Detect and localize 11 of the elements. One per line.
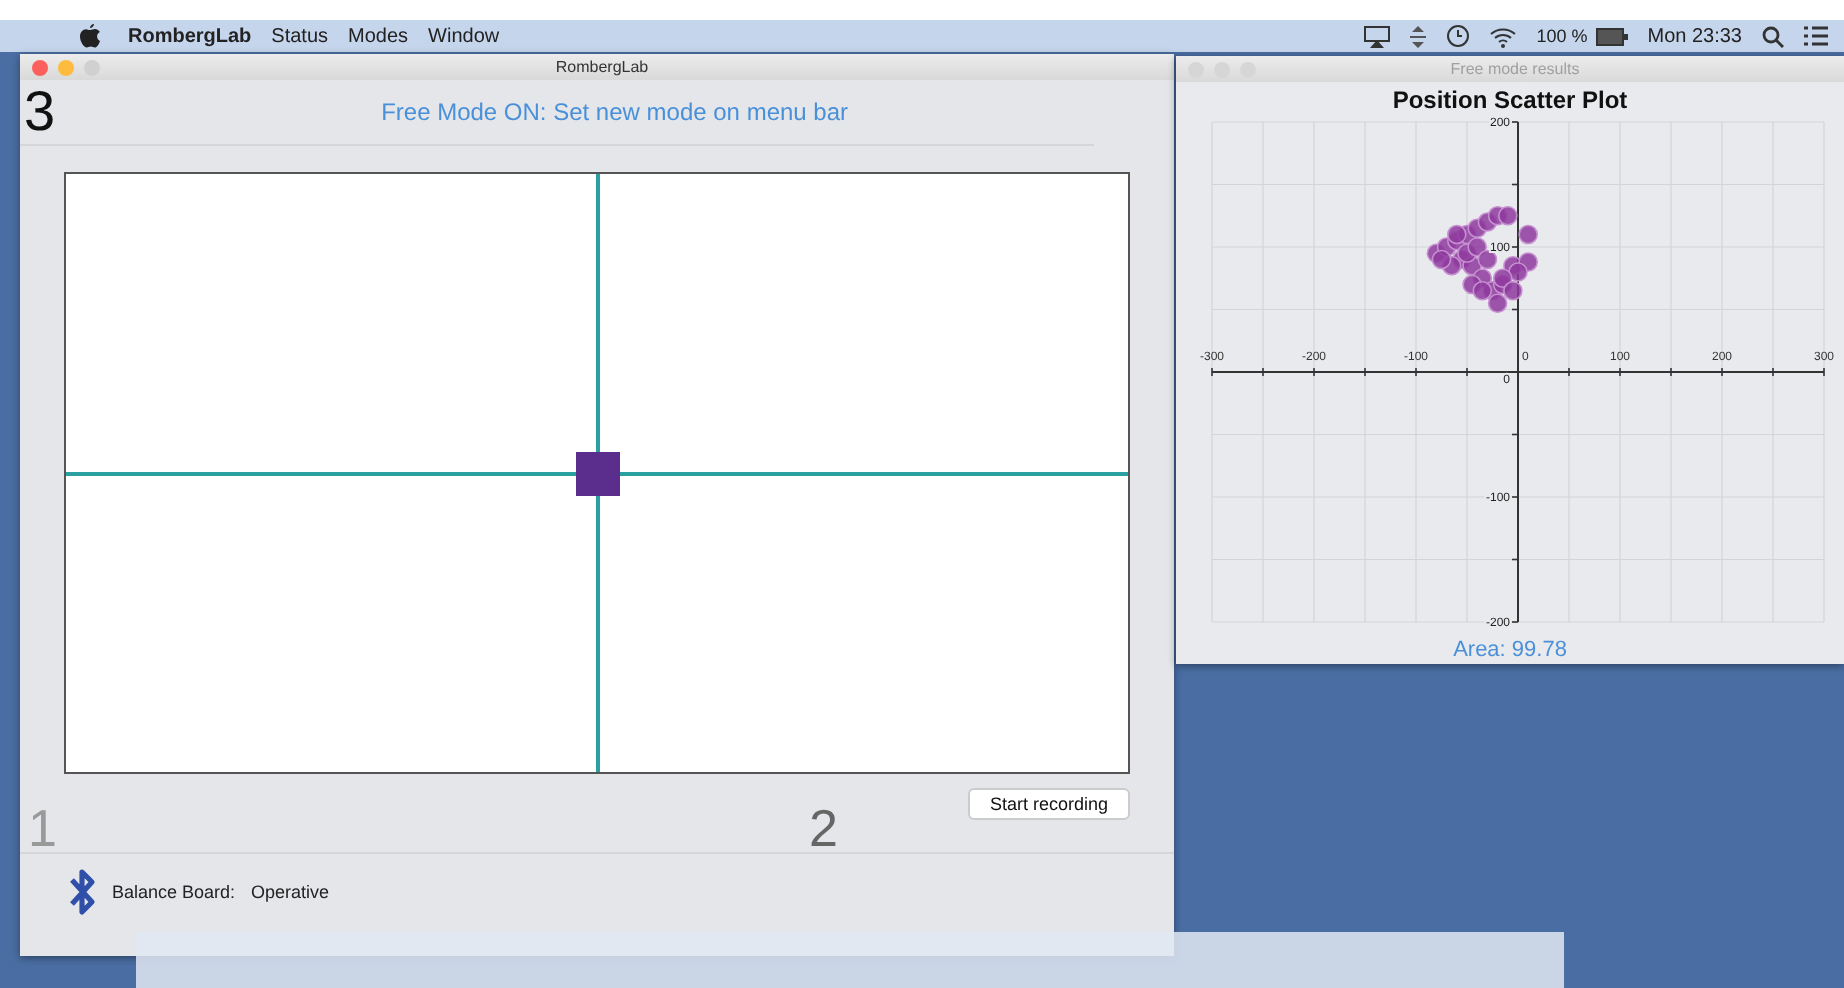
step-number: 1 — [28, 802, 57, 854]
step-number: 3 — [24, 84, 56, 140]
chart-title: Position Scatter Plot — [1392, 86, 1628, 114]
battery-percentage: 100 % — [1536, 26, 1588, 46]
status-message: Free Mode ON: Set new mode on menu bar — [379, 98, 851, 126]
window-title: Free mode results — [1448, 60, 1582, 78]
device-label: Balance Board: — [112, 882, 236, 902]
device-status: Operative — [251, 882, 330, 902]
step-number: 2 — [808, 802, 838, 854]
window-title: RombergLab — [553, 58, 651, 76]
area-value: Area: 99.78 — [1453, 638, 1567, 662]
